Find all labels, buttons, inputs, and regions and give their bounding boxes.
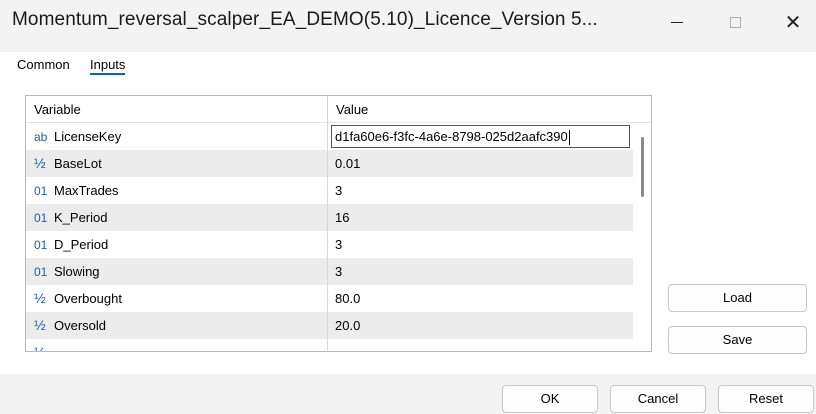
table-row[interactable]: ab LicenseKey d1fa60e6-f3fc-4a6e-8798-025… (26, 123, 633, 150)
value-cell[interactable]: 3 (328, 231, 633, 258)
variable-cell: 01 K_Period (26, 204, 328, 231)
value-cell[interactable] (328, 339, 633, 351)
integer-type-icon: 01 (34, 184, 48, 198)
double-type-icon: ½ (34, 290, 46, 306)
value-cell[interactable]: 16 (328, 204, 633, 231)
grid-header: Variable Value (26, 96, 651, 123)
text-caret (568, 130, 570, 146)
variable-cell: ab LicenseKey (26, 123, 328, 150)
table-row[interactable]: ½ Oversold 20.0 (26, 312, 633, 339)
variable-cell: 01 Slowing (26, 258, 328, 285)
load-button[interactable]: Load (668, 284, 807, 312)
cancel-button[interactable]: Cancel (610, 385, 706, 413)
variable-cell: ½ (26, 339, 328, 352)
ok-button[interactable]: OK (502, 385, 598, 413)
vertical-scrollbar[interactable] (633, 123, 651, 351)
value-cell[interactable]: d1fa60e6-f3fc-4a6e-8798-025d2aafc390 (328, 123, 633, 150)
inputs-panel: Variable Value ab LicenseKey d1fa60e6-f3f… (0, 78, 816, 374)
minimize-icon (671, 21, 683, 23)
table-row[interactable]: 01 K_Period 16 (26, 204, 633, 231)
integer-type-icon: 01 (34, 211, 48, 225)
variable-cell: 01 D_Period (26, 231, 328, 258)
maximize-icon (729, 16, 741, 28)
variable-name: D_Period (54, 237, 109, 252)
column-header-value[interactable]: Value (328, 96, 633, 123)
value-cell[interactable]: 3 (328, 177, 633, 204)
tab-common[interactable]: Common (17, 57, 70, 72)
string-type-icon: ab (34, 130, 48, 144)
maximize-button[interactable] (712, 0, 758, 44)
variable-name: Slowing (54, 264, 100, 279)
table-row[interactable]: ½ BaseLot 0.01 (26, 150, 633, 177)
variable-cell: ½ Overbought (26, 285, 328, 312)
reset-button[interactable]: Reset (718, 385, 814, 413)
double-type-icon: ½ (34, 317, 46, 333)
table-row[interactable]: ½ (26, 339, 633, 352)
value-cell[interactable]: 3 (328, 258, 633, 285)
dialog-footer: OK Cancel Reset (0, 374, 816, 414)
variable-name: Overbought (54, 291, 122, 306)
double-type-icon: ½ (34, 155, 46, 171)
grid-rows: ab LicenseKey d1fa60e6-f3fc-4a6e-8798-025… (26, 123, 633, 352)
double-type-icon: ½ (34, 344, 46, 352)
variable-cell: ½ BaseLot (26, 150, 328, 177)
inputs-grid: Variable Value ab LicenseKey d1fa60e6-f3f… (25, 95, 652, 352)
tab-bar: Common Inputs (0, 52, 816, 78)
table-row[interactable]: 01 MaxTrades 3 (26, 177, 633, 204)
variable-cell: ½ Oversold (26, 312, 328, 339)
save-button[interactable]: Save (668, 326, 807, 354)
close-button[interactable]: ✕ (770, 0, 816, 44)
minimize-button[interactable] (654, 0, 700, 44)
table-row[interactable]: ½ Overbought 80.0 (26, 285, 633, 312)
scrollbar-thumb[interactable] (641, 137, 644, 197)
tab-inputs[interactable]: Inputs (90, 57, 126, 75)
integer-type-icon: 01 (34, 238, 48, 252)
value-cell[interactable]: 0.01 (328, 150, 633, 177)
value-cell[interactable]: 20.0 (328, 312, 633, 339)
column-header-variable[interactable]: Variable (26, 96, 328, 123)
variable-name: K_Period (54, 210, 108, 225)
variable-name: Oversold (54, 318, 107, 333)
integer-type-icon: 01 (34, 265, 48, 279)
variable-name: LicenseKey (54, 129, 122, 144)
table-row[interactable]: 01 Slowing 3 (26, 258, 633, 285)
variable-cell: 01 MaxTrades (26, 177, 328, 204)
value-cell[interactable]: 80.0 (328, 285, 633, 312)
window-title: Momentum_reversal_scalper_EA_DEMO(5.10)_… (12, 9, 598, 30)
variable-name: BaseLot (54, 156, 102, 171)
variable-name: MaxTrades (54, 183, 119, 198)
table-row[interactable]: 01 D_Period 3 (26, 231, 633, 258)
license-key-value: d1fa60e6-f3fc-4a6e-8798-025d2aafc390 (335, 129, 568, 144)
license-key-input[interactable]: d1fa60e6-f3fc-4a6e-8798-025d2aafc390 (331, 125, 630, 148)
title-bar: Momentum_reversal_scalper_EA_DEMO(5.10)_… (0, 0, 816, 48)
close-icon: ✕ (784, 10, 802, 34)
